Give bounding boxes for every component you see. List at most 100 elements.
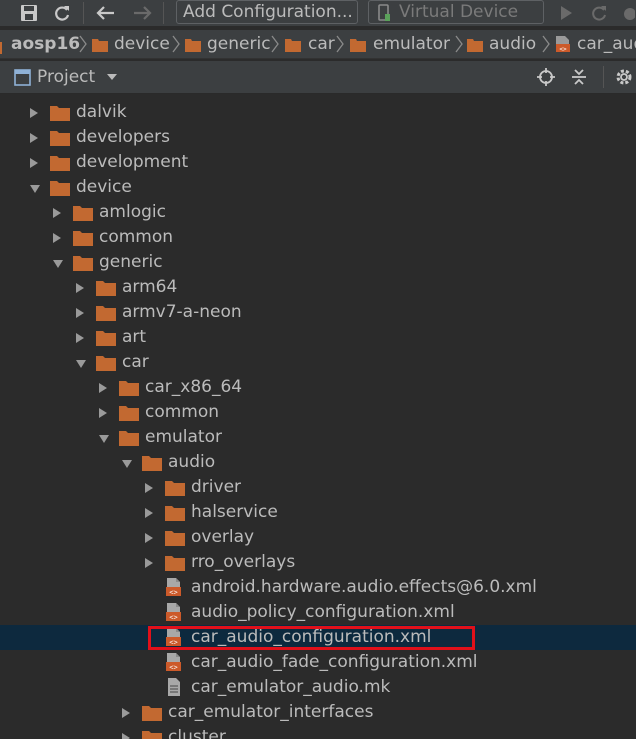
tree-item-armv7-a-neon[interactable]: armv7-a-neon [0, 300, 636, 325]
svg-text:<>: <> [169, 664, 177, 672]
tree-item-overlay[interactable]: overlay [0, 525, 636, 550]
expand-arrow-icon[interactable] [53, 260, 63, 268]
xml-file-icon: <> [555, 35, 571, 57]
folder-icon [50, 179, 70, 200]
navigation-bar: aosp16 device generic car emulator audio… [0, 30, 636, 59]
tree-item-car-emulator-audio-mk[interactable]: car_emulator_audio.mk [0, 675, 636, 700]
tree-item-android-hardware-audio-effects-6-0-xml[interactable]: <> android.hardware.audio.effects@6.0.xml [0, 575, 636, 600]
tree-item-dalvik[interactable]: dalvik [0, 100, 636, 125]
breadcrumb-file[interactable]: car_aud [577, 30, 636, 58]
breadcrumb-car[interactable]: car [308, 30, 335, 58]
chevron-right-icon [270, 35, 280, 57]
collapse-arrow-icon[interactable] [99, 383, 107, 393]
collapse-arrow-icon[interactable] [53, 208, 61, 218]
svg-text:<>: <> [559, 46, 567, 53]
tree-item-label: halservice [191, 502, 278, 522]
project-panel-header: Project [0, 61, 636, 94]
xml-file-icon: <> [165, 578, 183, 600]
collapse-arrow-icon[interactable] [145, 533, 153, 543]
collapse-arrow-icon[interactable] [145, 483, 153, 493]
folder-icon [285, 37, 301, 56]
device-selector[interactable]: Virtual Device [368, 0, 544, 24]
save-icon[interactable] [18, 3, 40, 23]
breadcrumb-generic[interactable]: generic [207, 30, 271, 58]
collapse-arrow-icon[interactable] [145, 508, 153, 518]
add-configuration-button[interactable]: Add Configuration... [176, 0, 358, 24]
tree-item-generic[interactable]: generic [0, 250, 636, 275]
collapse-arrow-icon[interactable] [76, 333, 84, 343]
breadcrumb-emulator[interactable]: emulator [373, 30, 450, 58]
collapse-arrow-icon[interactable] [122, 733, 130, 739]
collapse-arrow-icon[interactable] [99, 408, 107, 418]
tree-item-label: common [99, 227, 174, 247]
back-arrow-icon[interactable] [94, 3, 118, 23]
folder-icon [96, 354, 116, 375]
tree-item-label: art [122, 327, 147, 347]
tree-item-rro-overlays[interactable]: rro_overlays [0, 550, 636, 575]
chevron-down-icon[interactable] [106, 72, 118, 82]
tree-item-device[interactable]: device [0, 175, 636, 200]
run-icon[interactable] [557, 3, 575, 23]
tree-item-arm64[interactable]: arm64 [0, 275, 636, 300]
tree-item-label: dalvik [76, 102, 127, 122]
collapse-arrow-icon[interactable] [76, 308, 84, 318]
tree-item-amlogic[interactable]: amlogic [0, 200, 636, 225]
sync-icon[interactable] [51, 3, 73, 23]
folder-icon [185, 37, 201, 56]
chevron-right-icon [454, 35, 464, 57]
breadcrumb-project[interactable]: aosp16 [11, 30, 80, 58]
tree-item-developers[interactable]: developers [0, 125, 636, 150]
tree-item-emulator[interactable]: emulator [0, 425, 636, 450]
tree-item-label: armv7-a-neon [122, 302, 242, 322]
tree-item-car[interactable]: car [0, 350, 636, 375]
expand-arrow-icon[interactable] [76, 360, 86, 368]
tree-item-label: rro_overlays [191, 552, 296, 572]
tree-item-label: driver [191, 477, 242, 497]
expand-arrow-icon[interactable] [99, 435, 109, 443]
apply-changes-icon[interactable] [588, 3, 610, 23]
xml-file-icon: <> [165, 603, 183, 625]
expand-arrow-icon[interactable] [30, 185, 40, 193]
collapse-arrow-icon[interactable] [122, 708, 130, 718]
collapse-arrow-icon[interactable] [30, 133, 38, 143]
expand-arrow-icon[interactable] [122, 460, 132, 468]
tree-item-common[interactable]: common [0, 400, 636, 425]
debug-icon[interactable] [620, 3, 636, 23]
tree-item-driver[interactable]: driver [0, 475, 636, 500]
collapse-arrow-icon[interactable] [30, 158, 38, 168]
collapse-arrow-icon[interactable] [30, 108, 38, 118]
tree-item-car-emulator-interfaces[interactable]: car_emulator_interfaces [0, 700, 636, 725]
folder-icon [142, 704, 162, 725]
tree-item-car-x86-64[interactable]: car_x86_64 [0, 375, 636, 400]
panel-title[interactable]: Project [37, 61, 95, 93]
folder-icon [73, 204, 93, 225]
tree-item-label: android.hardware.audio.effects@6.0.xml [191, 577, 537, 597]
collapse-arrow-icon[interactable] [76, 283, 84, 293]
xml-file-icon: <> [165, 653, 183, 675]
folder-icon [142, 729, 162, 739]
collapse-all-icon[interactable] [569, 67, 589, 87]
tree-item-label: car_audio_fade_configuration.xml [191, 652, 478, 672]
tree-item-development[interactable]: development [0, 150, 636, 175]
tree-item-label: overlay [191, 527, 255, 547]
tree-item-art[interactable]: art [0, 325, 636, 350]
forward-arrow-icon[interactable] [130, 3, 154, 23]
gear-icon[interactable] [614, 67, 634, 87]
breadcrumb-device[interactable]: device [114, 30, 170, 58]
chevron-right-icon [541, 35, 551, 57]
breadcrumb-audio[interactable]: audio [489, 30, 536, 58]
folder-icon [165, 554, 185, 575]
phone-icon [376, 3, 392, 23]
tree-item-label: emulator [145, 427, 222, 447]
tree-item-car-audio-fade-configuration-xml[interactable]: <> car_audio_fade_configuration.xml [0, 650, 636, 675]
folder-icon [73, 254, 93, 275]
tree-item-halservice[interactable]: halservice [0, 500, 636, 525]
highlight-box [148, 626, 475, 650]
collapse-arrow-icon[interactable] [53, 233, 61, 243]
locate-file-icon[interactable] [536, 67, 556, 87]
tree-item-cluster[interactable]: cluster [0, 725, 636, 739]
tree-item-audio[interactable]: audio [0, 450, 636, 475]
collapse-arrow-icon[interactable] [145, 558, 153, 568]
tree-item-common[interactable]: common [0, 225, 636, 250]
tree-item-audio-policy-configuration-xml[interactable]: <> audio_policy_configuration.xml [0, 600, 636, 625]
